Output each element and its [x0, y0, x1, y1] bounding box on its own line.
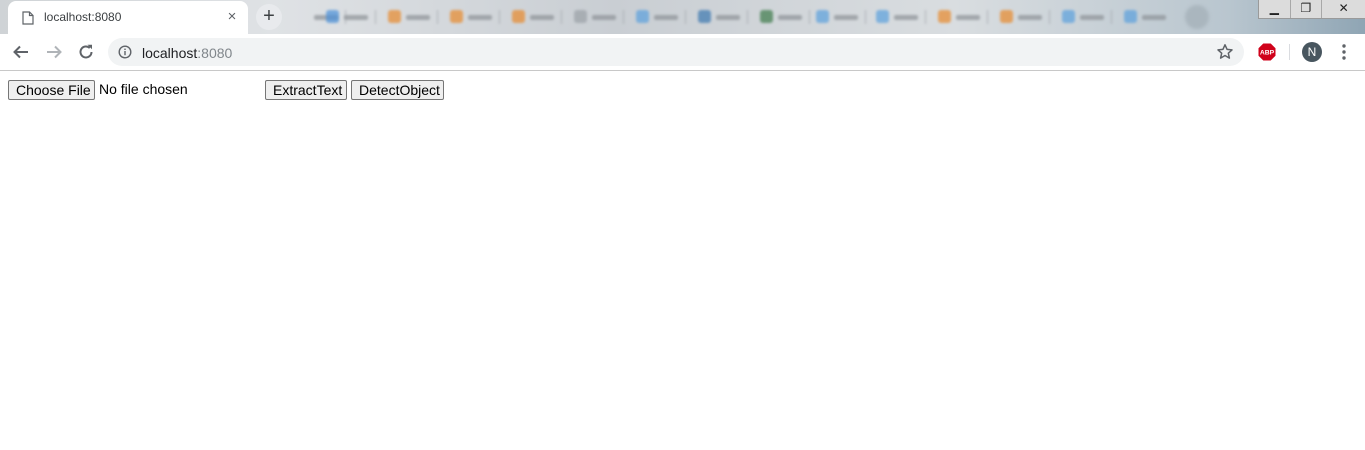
- background-tab[interactable]: [932, 4, 988, 30]
- minimize-icon[interactable]: ▁: [1259, 0, 1291, 18]
- choose-file-button[interactable]: Choose File: [8, 80, 95, 100]
- background-tab[interactable]: [870, 4, 926, 30]
- detect-object-button[interactable]: DetectObject: [351, 80, 444, 100]
- page-content: Choose File No file chosen ExtractText D…: [0, 71, 1365, 450]
- forward-arrow-icon: [47, 45, 62, 59]
- browser-toolbar: localhost:8080 ABP N: [0, 34, 1365, 71]
- profile-avatar[interactable]: N: [1302, 42, 1322, 62]
- tab-title: localhost:8080: [44, 10, 122, 24]
- background-tab[interactable]: [568, 4, 624, 30]
- adblock-plus-icon[interactable]: ABP: [1258, 43, 1276, 61]
- window-close-icon[interactable]: ✕: [1322, 0, 1365, 18]
- address-bar[interactable]: localhost:8080: [108, 38, 1244, 66]
- reload-icon: [79, 44, 93, 59]
- tab-close-icon[interactable]: ×: [224, 9, 240, 25]
- background-tab[interactable]: [382, 4, 438, 30]
- background-tab[interactable]: [810, 4, 866, 30]
- adblock-label: ABP: [1260, 50, 1275, 57]
- background-tab[interactable]: [506, 4, 562, 30]
- back-arrow-icon: [13, 45, 28, 59]
- background-tab[interactable]: [1118, 4, 1174, 30]
- forward-button[interactable]: [41, 39, 67, 65]
- window-controls: ▁ ❐ ✕: [1258, 0, 1365, 19]
- url-port: :8080: [197, 45, 233, 61]
- background-tab[interactable]: [630, 4, 686, 30]
- tab-strip: localhost:8080 × + ▁ ❐ ✕: [0, 0, 1365, 34]
- extract-text-button[interactable]: ExtractText: [265, 80, 347, 100]
- background-tab[interactable]: [692, 4, 748, 30]
- site-info-icon[interactable]: [118, 45, 132, 59]
- kebab-menu-icon[interactable]: [1336, 42, 1352, 62]
- background-tab[interactable]: [444, 4, 500, 30]
- toolbar-divider: [1289, 44, 1290, 60]
- page-icon: [22, 11, 34, 25]
- reload-button[interactable]: [73, 39, 99, 65]
- active-tab[interactable]: localhost:8080 ×: [8, 1, 248, 34]
- restore-icon[interactable]: ❐: [1291, 0, 1323, 18]
- background-tab[interactable]: [320, 4, 376, 30]
- file-status-text: No file chosen: [99, 81, 188, 97]
- background-tab[interactable]: [754, 4, 810, 30]
- url-text[interactable]: localhost:8080: [142, 45, 232, 61]
- background-tab[interactable]: [994, 4, 1050, 30]
- bookmark-star-icon[interactable]: [1216, 43, 1234, 61]
- background-tab[interactable]: [1056, 4, 1112, 30]
- back-button[interactable]: [8, 39, 34, 65]
- new-tab-button[interactable]: +: [256, 4, 282, 30]
- tab-search-button[interactable]: [1185, 5, 1209, 29]
- url-host: localhost: [142, 45, 198, 61]
